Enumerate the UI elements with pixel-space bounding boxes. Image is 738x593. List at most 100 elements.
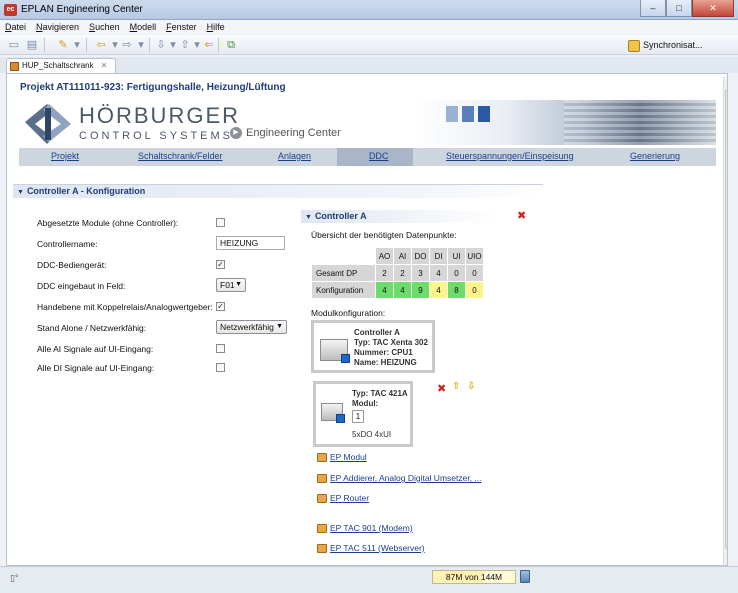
add-icon bbox=[317, 473, 327, 483]
add-icon bbox=[317, 493, 327, 503]
table-cell: 2 bbox=[393, 264, 412, 282]
banner-square bbox=[462, 106, 474, 122]
scroll-up-icon[interactable]: ▲ bbox=[726, 78, 727, 86]
collapse-icon: ▼ bbox=[305, 214, 312, 221]
window-title: EPLAN Engineering Center bbox=[21, 4, 143, 15]
nav-anlagen[interactable]: Anlagen bbox=[278, 151, 311, 161]
link-ep-tac-901[interactable]: EP TAC 901 (Modem) bbox=[317, 523, 413, 533]
abgesetzte-label: Abgesetzte Module (ohne Controller): bbox=[37, 218, 179, 228]
controllername-label: Controllername: bbox=[37, 239, 98, 249]
di-checkbox[interactable] bbox=[216, 363, 225, 372]
table-cell: 4 bbox=[393, 281, 412, 299]
section-controller-config[interactable]: ▼ Controller A - Konfiguration bbox=[13, 184, 543, 198]
datenpunkte-heading: Übersicht der benötigten Datenpunkte: bbox=[311, 230, 457, 240]
standalone-select[interactable]: Netzwerkfähig ▼ bbox=[216, 320, 287, 334]
ai-checkbox[interactable] bbox=[216, 344, 225, 353]
app-icon: ec bbox=[4, 4, 17, 16]
di-label: Alle DI Signale auf UI-Eingang: bbox=[37, 363, 155, 373]
sync-icon bbox=[628, 39, 640, 52]
table-corner bbox=[311, 247, 376, 265]
handebene-checkbox[interactable]: ✓ bbox=[216, 302, 225, 311]
menu-fenster[interactable]: Fenster bbox=[161, 20, 202, 34]
cabinet-icon bbox=[10, 61, 19, 71]
menu-suchen[interactable]: Suchen bbox=[84, 20, 125, 34]
wand-icon[interactable]: ✎ bbox=[56, 38, 70, 52]
fast-view-icon[interactable]: ▯° bbox=[10, 573, 19, 584]
controller-device-icon bbox=[320, 339, 350, 363]
ddc-bedien-label: DDC-Bediengerät: bbox=[37, 260, 107, 270]
table-cell: 3 bbox=[411, 264, 430, 282]
table-cell: 0 bbox=[447, 264, 466, 282]
status-bar: ▯° 87M von 144M bbox=[0, 566, 738, 593]
link-ep-tac-511[interactable]: EP TAC 511 (Webserver) bbox=[317, 543, 425, 553]
io-module-io: 5xDO 4xUI bbox=[352, 430, 392, 439]
project-title: Projekt AT111011-923: Fertigungshalle, H… bbox=[20, 82, 286, 93]
nav-bar: Projekt Schaltschrank/Felder Anlagen DDC… bbox=[19, 148, 716, 166]
vertical-scrollbar[interactable]: ▲ ▼ bbox=[723, 77, 727, 565]
controller-a-header[interactable]: ▼ Controller A bbox=[301, 210, 501, 223]
io-module-number-field[interactable]: 1 bbox=[352, 410, 364, 423]
io-module-card[interactable]: Typ: TAC 421A Modul: 1 5xDO 4xUI bbox=[313, 381, 413, 447]
menu-navigieren[interactable]: Navigieren bbox=[31, 20, 84, 34]
controller-module-card[interactable]: Controller A Typ: TAC Xenta 302 Nummer: … bbox=[311, 320, 435, 373]
move-up-icon[interactable]: ⇧ bbox=[452, 381, 460, 392]
link-ep-modul[interactable]: EP Modul bbox=[317, 452, 367, 462]
synchronisation-perspective[interactable]: Synchronisat... bbox=[628, 38, 703, 52]
chevron-down-icon: ▼ bbox=[276, 323, 283, 330]
delete-controller-icon[interactable]: ✖ bbox=[517, 209, 526, 222]
move-down-icon[interactable]: ⇩ bbox=[467, 381, 475, 392]
add-icon bbox=[317, 543, 327, 553]
menu-modell[interactable]: Modell bbox=[125, 20, 162, 34]
menu-hilfe[interactable]: Hilfe bbox=[202, 20, 230, 34]
banner-image bbox=[414, 100, 716, 145]
editor-tab-hup-schaltschrank[interactable]: HUP_Schaltschrank ✕ bbox=[6, 58, 117, 73]
controllername-field[interactable]: HEIZUNG bbox=[216, 236, 285, 250]
column-header: DI bbox=[429, 247, 448, 265]
nav-steuerspannungen[interactable]: Steuerspannungen/Einspeisung bbox=[446, 151, 574, 161]
ddc-feld-select[interactable]: F01 ▼ bbox=[216, 278, 246, 292]
column-header: AO bbox=[375, 247, 394, 265]
maximize-button[interactable]: □ bbox=[666, 0, 692, 17]
delete-module-icon[interactable]: ✖ bbox=[437, 382, 446, 395]
save-icon[interactable]: ▭ bbox=[7, 38, 21, 52]
garbage-collect-icon[interactable] bbox=[520, 570, 530, 583]
close-button[interactable]: ✕ bbox=[692, 0, 734, 17]
nav-projekt[interactable]: Projekt bbox=[51, 151, 79, 161]
memory-monitor[interactable]: 87M von 144M bbox=[432, 570, 516, 584]
forward-icon[interactable]: ⇨ bbox=[120, 38, 134, 52]
tab-close-icon[interactable]: ✕ bbox=[101, 59, 108, 73]
nav-ddc[interactable]: DDC bbox=[369, 151, 389, 161]
hoerburger-logo-icon bbox=[25, 104, 71, 144]
table-cell: 4 bbox=[375, 281, 394, 299]
title-bar: ec EPLAN Engineering Center – □ ✕ bbox=[0, 0, 738, 20]
editor-content: Projekt AT111011-923: Fertigungshalle, H… bbox=[6, 73, 728, 566]
row-label: Konfiguration bbox=[311, 281, 376, 299]
chevron-down-icon[interactable]: ▾ bbox=[70, 38, 84, 52]
standalone-label: Stand Alone / Netzwerkfähig: bbox=[37, 323, 147, 333]
abgesetzte-checkbox[interactable] bbox=[216, 218, 225, 227]
menu-datei[interactable]: Datei bbox=[0, 20, 31, 34]
print-icon[interactable]: ▤ bbox=[25, 38, 39, 52]
open-perspective-icon[interactable]: ⧉ bbox=[224, 38, 238, 52]
scrollbar-thumb[interactable] bbox=[725, 89, 727, 549]
last-edit-icon[interactable]: ⇐ bbox=[202, 38, 216, 52]
window-controls: – □ ✕ bbox=[640, 0, 734, 18]
engineering-center-label: ▶ Engineering Center bbox=[230, 127, 341, 139]
nav-schaltschrank[interactable]: Schaltschrank/Felder bbox=[138, 151, 223, 161]
banner: HÖRBURGER CONTROL SYSTEMS ▶ Engineering … bbox=[19, 100, 716, 145]
table-cell: 4 bbox=[429, 264, 448, 282]
link-ep-addierer[interactable]: EP Addierer, Analog Digital Umsetzer, ..… bbox=[317, 473, 482, 483]
ddc-bedien-checkbox[interactable]: ✓ bbox=[216, 260, 225, 269]
chevron-down-icon[interactable]: ▾ bbox=[134, 38, 148, 52]
back-icon[interactable]: ⇦ bbox=[94, 38, 108, 52]
column-header: UIO bbox=[465, 247, 484, 265]
column-header: DO bbox=[411, 247, 430, 265]
toolbar: ▭ ▤ ✎ ▾ ⇦ ▾ ⇨ ▾ ⇩ ▾ ⇧ ▾ ⇐ ⧉ Synchronisat… bbox=[0, 35, 738, 55]
module-nummer: Nummer: CPU1 bbox=[354, 348, 413, 357]
nav-generierung[interactable]: Generierung bbox=[630, 151, 680, 161]
toolbar-separator bbox=[44, 38, 45, 52]
modulkonfiguration-heading: Modulkonfiguration: bbox=[311, 308, 386, 318]
scroll-down-icon[interactable]: ▼ bbox=[726, 556, 727, 564]
link-ep-router[interactable]: EP Router bbox=[317, 493, 369, 503]
minimize-button[interactable]: – bbox=[640, 0, 666, 17]
